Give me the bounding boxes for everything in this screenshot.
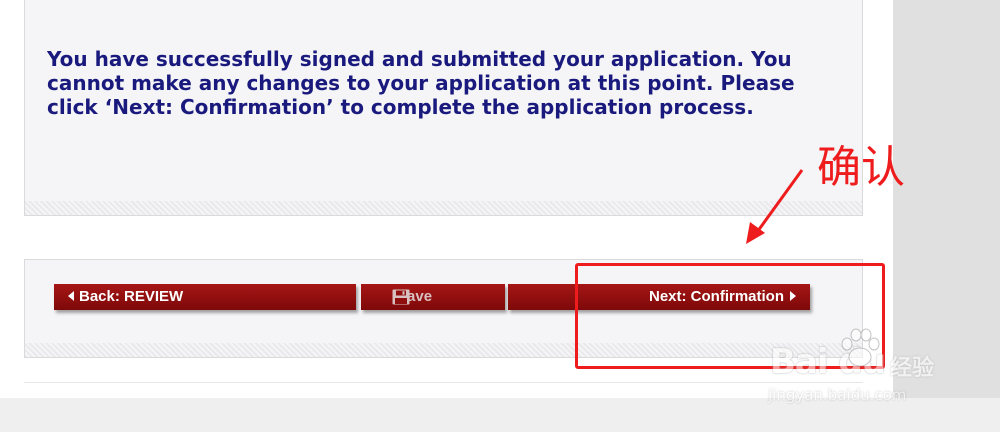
paw-icon (841, 328, 880, 367)
baidu-watermark: Bai du 经验 jingyan.baidu.com (762, 322, 962, 412)
watermark-name: 经验 (890, 356, 935, 381)
watermark-url: jingyan.baidu.com (768, 386, 907, 404)
annotation-label: 确认 (817, 142, 905, 193)
